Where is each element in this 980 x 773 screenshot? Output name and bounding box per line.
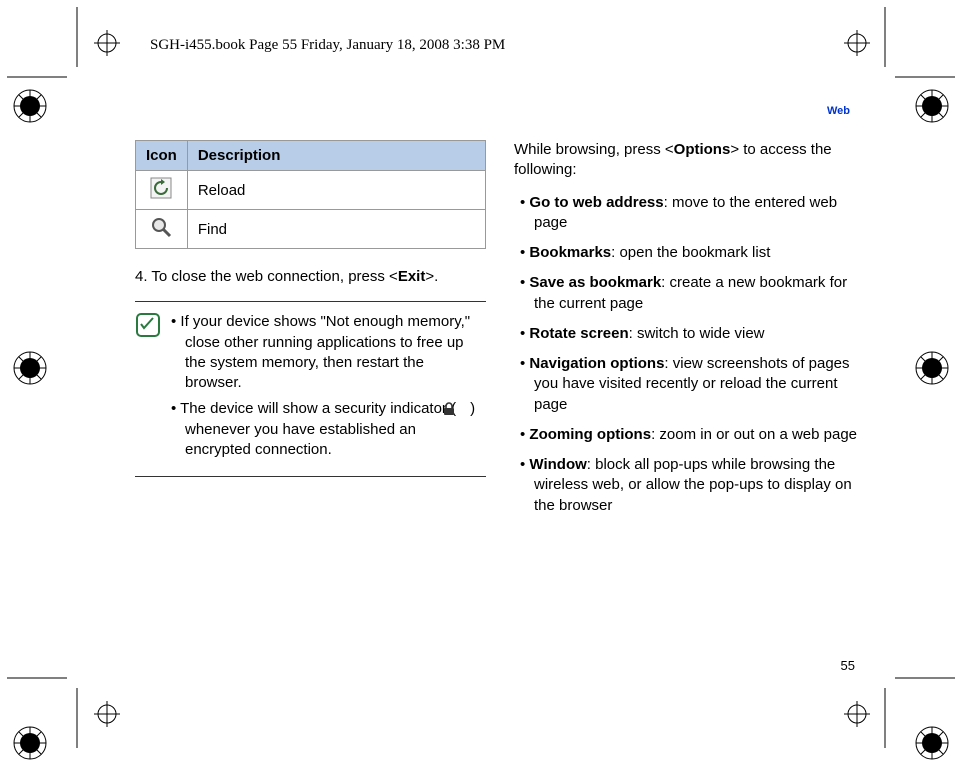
crop-corner-icon (7, 677, 67, 695)
crop-corner-icon (7, 60, 67, 78)
step-4-text: 4. To close the web connection, press <E… (135, 267, 486, 287)
crop-corner-icon (60, 7, 78, 67)
radial-mark-icon (914, 350, 950, 386)
section-label: Web (827, 105, 850, 117)
option-item: • Zooming options: zoom in or out on a w… (514, 425, 865, 445)
crosshair-icon (94, 701, 118, 725)
table-cell-label: Find (187, 210, 485, 249)
option-item: • Save as bookmark: create a new bookmar… (514, 273, 865, 314)
page-header-text: SGH-i455.book Page 55 Friday, January 18… (150, 37, 505, 54)
option-item: • Go to web address: move to the entered… (514, 193, 865, 234)
crop-corner-icon (884, 688, 902, 748)
table-header-icon: Icon (136, 141, 188, 171)
table-row: Find (136, 210, 486, 249)
crop-corner-icon (884, 7, 902, 67)
options-intro: While browsing, press <Options> to acces… (514, 140, 865, 181)
radial-mark-icon (12, 725, 48, 761)
radial-mark-icon (12, 88, 48, 124)
crosshair-icon (94, 30, 118, 54)
crop-corner-icon (895, 677, 955, 695)
note-item-2: • The device will show a security indica… (171, 399, 482, 460)
page-number: 55 (841, 658, 855, 673)
right-column: While browsing, press <Options> to acces… (514, 140, 865, 526)
icon-table: Icon Description Reload Find (135, 140, 486, 249)
crop-corner-icon (895, 60, 955, 78)
radial-mark-icon (12, 350, 48, 386)
option-item: • Window: block all pop-ups while browsi… (514, 455, 865, 516)
crop-corner-icon (60, 688, 78, 748)
crosshair-icon (844, 30, 868, 54)
option-item: • Navigation options: view screenshots o… (514, 354, 865, 415)
reload-icon (150, 177, 172, 199)
crosshair-icon (844, 701, 868, 725)
radial-mark-icon (914, 725, 950, 761)
option-item: • Rotate screen: switch to wide view (514, 324, 865, 344)
lock-icon (456, 402, 470, 416)
left-column: Icon Description Reload Find (135, 140, 486, 526)
table-cell-label: Reload (187, 171, 485, 210)
table-row: Reload (136, 171, 486, 210)
note-box: • If your device shows "Not enough memor… (135, 301, 486, 477)
table-header-desc: Description (187, 141, 485, 171)
option-item: • Bookmarks: open the bookmark list (514, 243, 865, 263)
find-icon (150, 216, 172, 238)
radial-mark-icon (914, 88, 950, 124)
note-icon (135, 312, 163, 466)
note-item-1: • If your device shows "Not enough memor… (171, 312, 482, 393)
